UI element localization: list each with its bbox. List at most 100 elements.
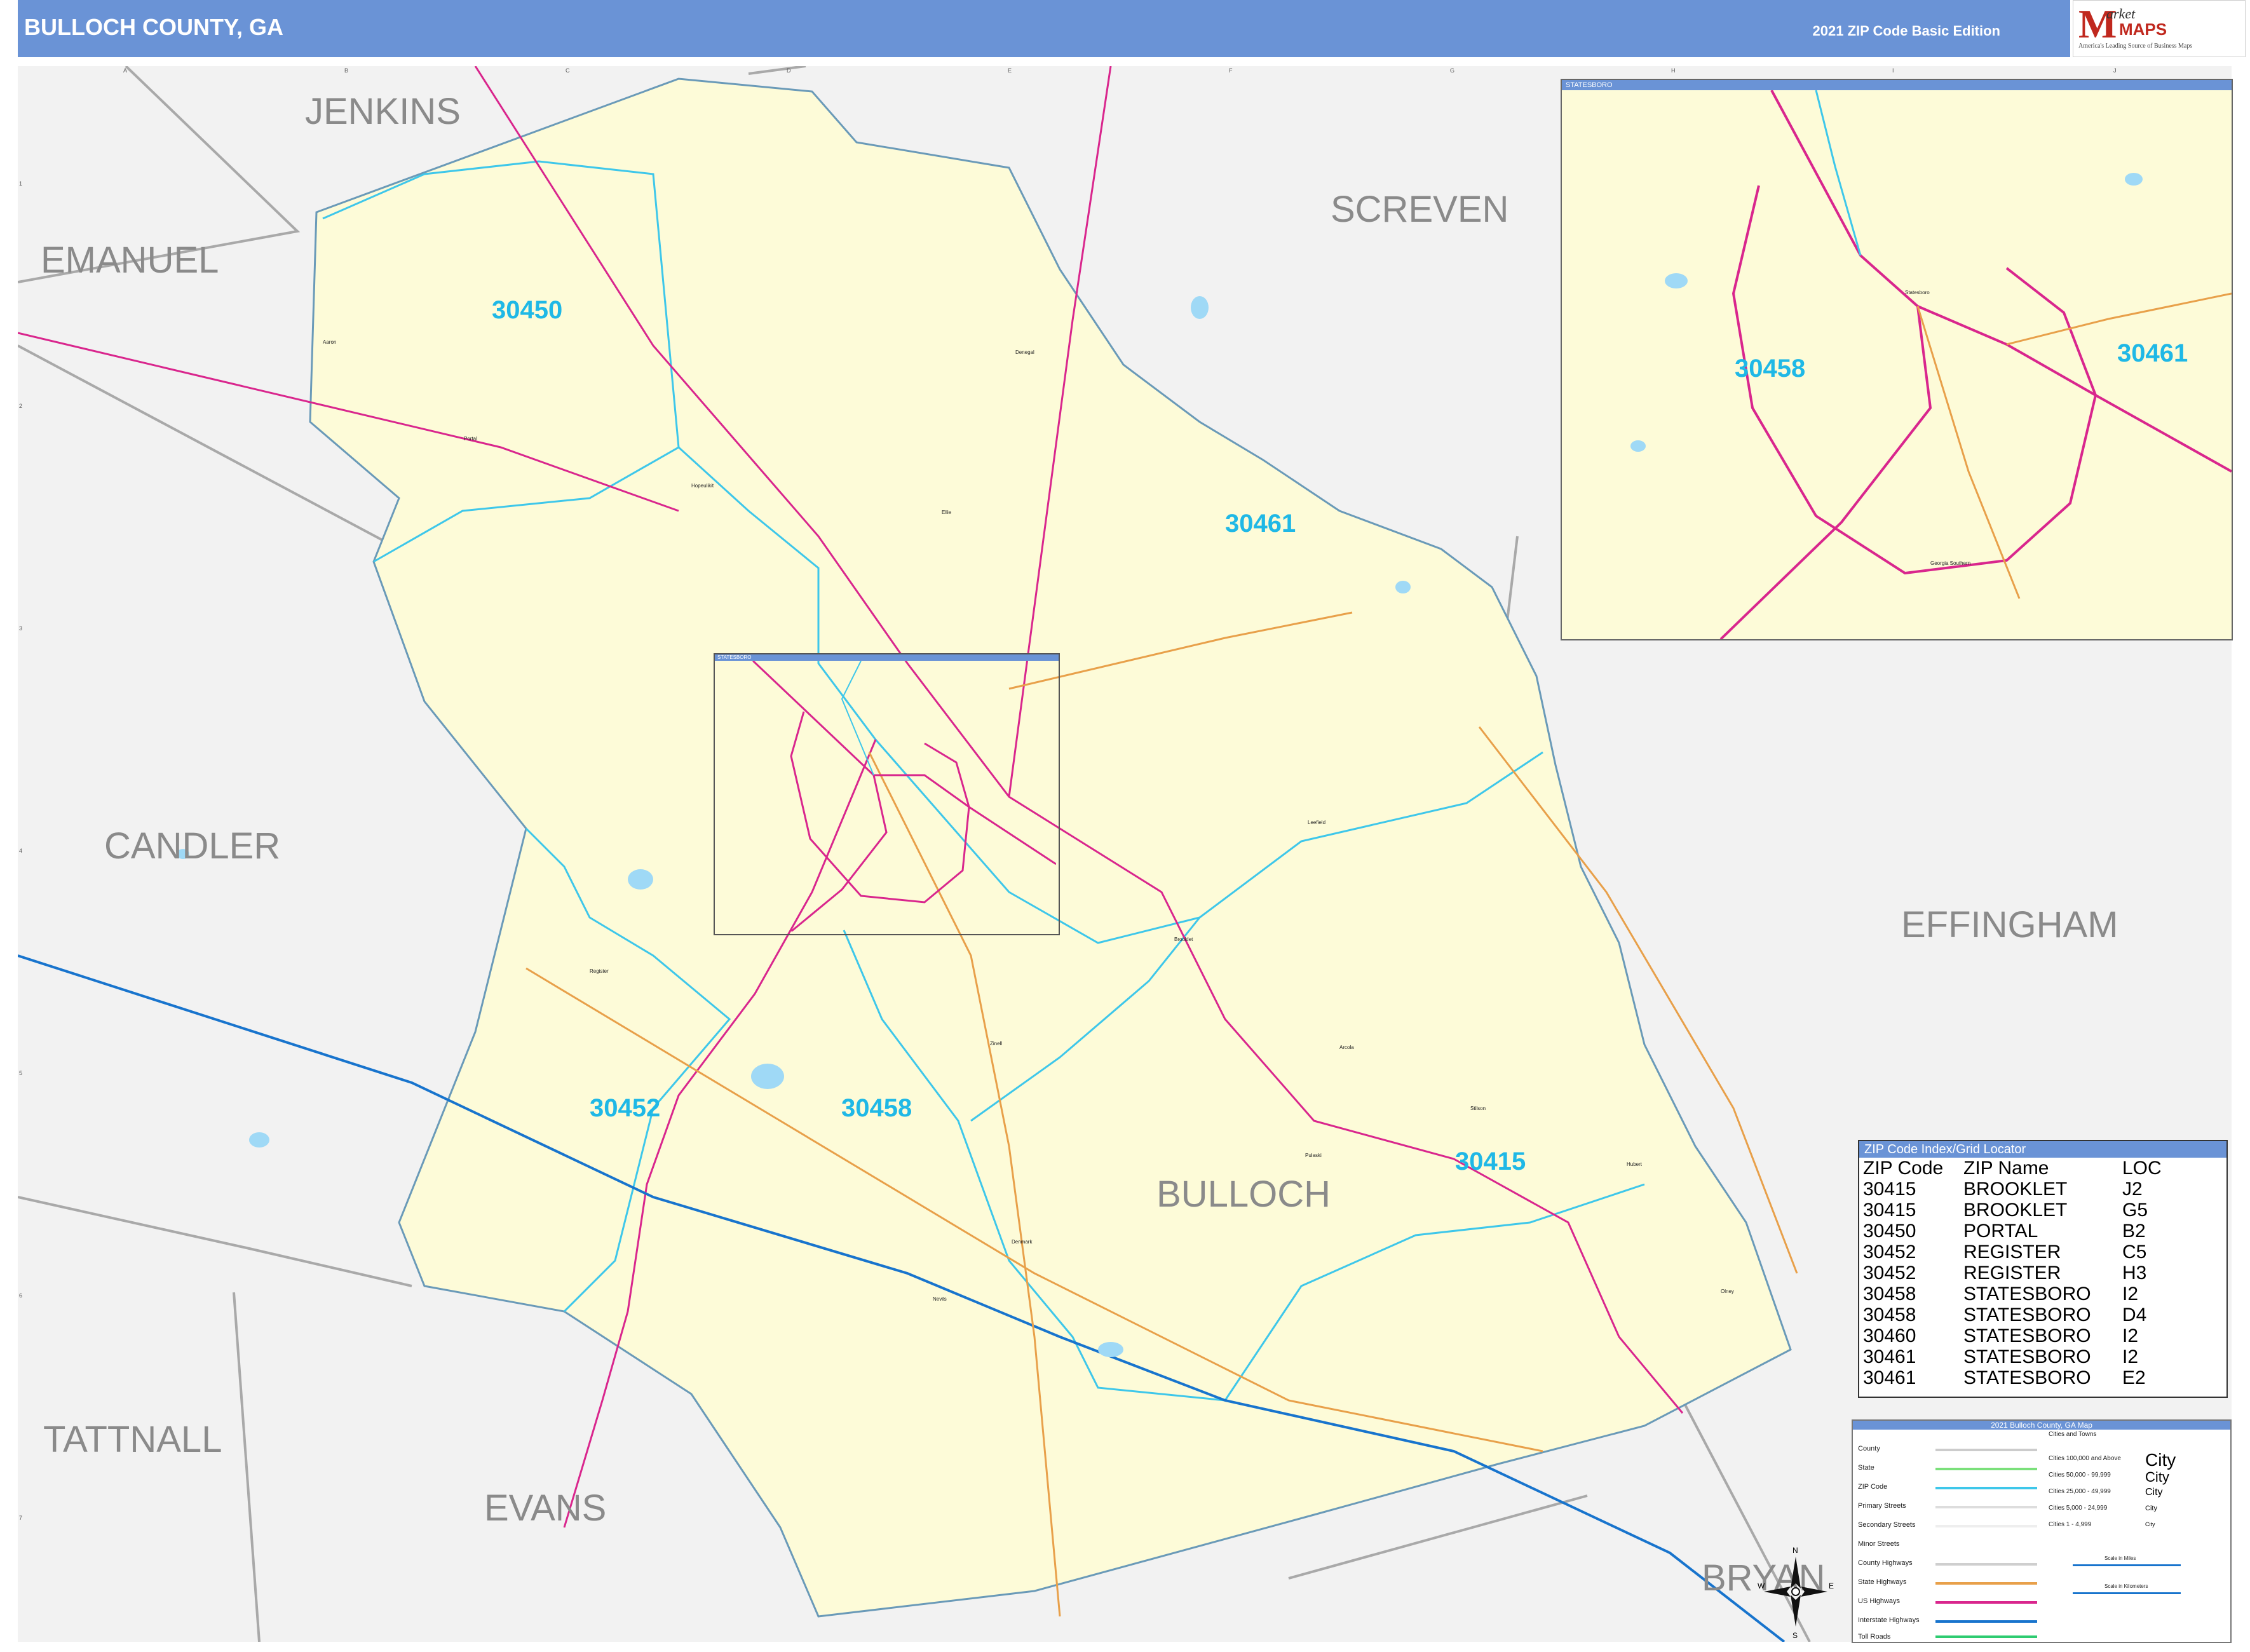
grid-number-1: 1 [19,180,23,187]
zip-cell: 30460 [1863,1325,1916,1346]
loc-cell: C5 [2122,1242,2147,1263]
place-pulaski: Pulaski [1305,1153,1322,1158]
name-cell: REGISTER [1963,1242,2061,1263]
county-label-candler: CANDLER [104,825,281,867]
legend-swatch-state-hwy [1935,1582,2037,1585]
place-stilson: Stilson [1470,1106,1486,1111]
name-cell: STATESBORO [1963,1304,2091,1325]
table-row[interactable]: 30460 STATESBORO I2 [1860,1325,2164,1346]
market-maps-logo[interactable]: M arket MAPS America's Leading Source of… [2073,0,2246,57]
legend-cities-title: Cities and Towns [2049,1431,2097,1438]
loc-cell: I2 [2122,1283,2139,1304]
table-row[interactable]: 30415 BROOKLET G5 [1860,1200,2164,1221]
loc-cell: G5 [2122,1200,2148,1221]
legend-swatch-primary [1935,1506,2037,1508]
grid-letter-j: J [2113,67,2117,74]
legend-title: 2021 Bulloch County, GA Map [1853,1421,2230,1430]
title-bar: BULLOCH COUNTY, GA 2021 ZIP Code Basic E… [18,0,2070,57]
legend-swatch-zip [1935,1487,2037,1489]
inset-outline-label: STATESBORO [715,654,1059,661]
place-hopeulikit: Hopeulikit [691,483,714,489]
table-row[interactable]: 30452 REGISTER C5 [1860,1242,2164,1263]
zip-cell: 30452 [1863,1242,1916,1263]
legend-swatch-secondary [1935,1525,2037,1527]
place-olney: Olney [1721,1289,1734,1294]
table-row[interactable]: 30461 STATESBORO I2 [1860,1346,2164,1367]
zip-label-30458: 30458 [841,1094,912,1122]
logo-tagline: America's Leading Source of Business Map… [2078,43,2193,50]
place-zinell: Zinell [990,1041,1003,1046]
legend-minor-streets: Minor Streets [1858,1540,1900,1548]
zip-cell: 30458 [1863,1283,1916,1304]
legend-primary-streets: Primary Streets [1858,1502,1906,1510]
statesboro-inset-outline[interactable]: STATESBORO [714,653,1060,935]
zip-label-30461: 30461 [1225,510,1296,538]
legend-secondary-streets: Secondary Streets [1858,1521,1916,1529]
county-label-tattnall: TATTNALL [43,1419,222,1460]
zip-label-30452: 30452 [590,1094,661,1122]
table-row[interactable]: 30452 REGISTER H3 [1860,1263,2164,1283]
loc-cell: H3 [2122,1263,2147,1283]
legend-swatch-county-hwy [1935,1563,2037,1566]
county-label-jenkins: JENKINS [305,91,461,132]
zip-cell: 30415 [1863,1179,1916,1200]
grid-letter-f: F [1229,67,1233,74]
legend-us-highways: US Highways [1858,1597,1901,1605]
place-arcola: Arcola [1339,1045,1354,1050]
logo-word-maps: MAPS [2119,20,2167,39]
legend-county-highways: County Highways [1858,1559,1913,1567]
place-denegal: Denegal [1015,349,1034,355]
legend-city-sample-5: City [2145,1521,2155,1527]
loc-cell: E2 [2122,1367,2146,1388]
table-row[interactable]: 30458 STATESBORO I2 [1860,1283,2164,1304]
place-aaron: Aaron [323,339,337,345]
inset-title: STATESBORO [1562,80,2232,90]
statesboro-inset-map[interactable]: STATESBORO 30458 30461 Statesboro Georgi… [1561,79,2233,640]
name-cell: BROOKLET [1963,1200,2068,1221]
legend-city-sample-4: City [2145,1505,2157,1512]
name-cell: STATESBORO [1963,1283,2091,1304]
zip-cell: 30415 [1863,1200,1916,1221]
county-label-screven: SCREVEN [1331,189,1509,230]
table-row[interactable]: 30461 STATESBORO E2 [1860,1367,2164,1388]
legend-city-tier-3: Cities 25,000 - 49,999 [2049,1488,2111,1495]
table-row[interactable]: 30450 PORTAL B2 [1860,1221,2164,1242]
grid-letter-i: I [1892,67,1894,74]
inset-zip-label-30458: 30458 [1735,355,1806,383]
table-row[interactable]: 30458 STATESBORO D4 [1860,1304,2164,1325]
name-cell: REGISTER [1963,1263,2061,1283]
place-portal: Portal [464,436,477,442]
loc-cell: I2 [2122,1325,2139,1346]
table-row[interactable]: 30415 BROOKLET J2 [1860,1179,2164,1200]
legend-city-sample-1: City [2145,1450,2176,1470]
zip-index-title: ZIP Code Index/Grid Locator [1859,1141,2226,1158]
loc-cell: J2 [2122,1179,2143,1200]
zip-label-30415: 30415 [1455,1148,1526,1175]
zip-cell: 30458 [1863,1304,1916,1325]
zip-code-index: ZIP Code Index/Grid Locator ZIP Code ZIP… [1858,1140,2228,1398]
legend-city-tier-4: Cities 5,000 - 24,999 [2049,1505,2108,1512]
name-cell: PORTAL [1963,1221,2038,1242]
legend-scale-miles-bar [2073,1564,2181,1566]
place-leefield: Leefield [1308,820,1326,825]
grid-number-2: 2 [19,403,23,409]
county-label-emanuel: EMANUEL [41,240,219,281]
compass-rose: N S E W [1758,1546,1834,1640]
legend-scale-miles: Scale in Miles [2104,1555,2136,1561]
legend-city-tier-1: Cities 100,000 and Above [2049,1455,2121,1462]
legend-state-highways: State Highways [1858,1578,1907,1586]
compass-e: E [1829,1581,1834,1590]
inset-place-statesboro: Statesboro [1905,290,1930,295]
legend-swatch-toll [1935,1635,2037,1638]
grid-number-7: 7 [19,1515,23,1521]
legend-interstate-highways: Interstate Highways [1858,1616,1920,1624]
grid-letter-e: E [1008,67,1012,74]
grid-letter-d: D [787,67,791,74]
legend-county: County [1858,1445,1880,1452]
zip-cell: 30450 [1863,1221,1916,1242]
grid-letter-c: C [566,67,570,74]
loc-cell: D4 [2122,1304,2147,1325]
legend-swatch-us-hwy [1935,1601,2037,1604]
place-register: Register [590,968,609,974]
zip-cell: 30461 [1863,1346,1916,1367]
